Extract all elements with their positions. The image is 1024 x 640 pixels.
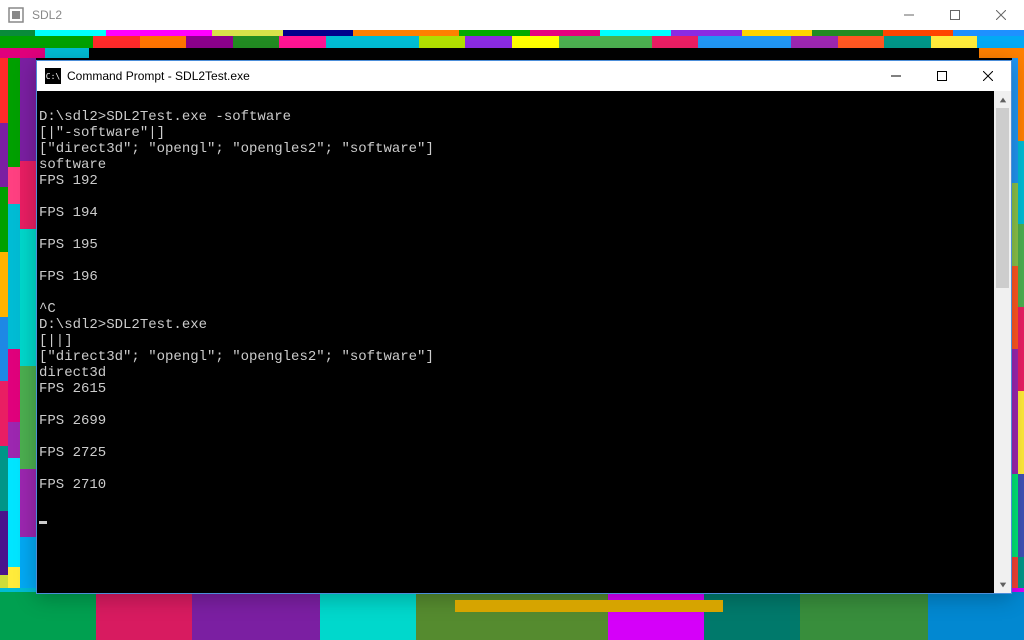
gold-accent-bar: [455, 600, 723, 612]
scroll-up-icon[interactable]: [994, 91, 1011, 108]
sdl2-titlebar[interactable]: SDL2: [0, 0, 1024, 30]
color-col-right: [1012, 58, 1024, 640]
command-prompt-title: Command Prompt - SDL2Test.exe: [67, 69, 873, 83]
color-row-top-2: [0, 36, 1024, 48]
maximize-button[interactable]: [932, 0, 978, 30]
sdl2-window-controls: [886, 0, 1024, 30]
color-row-top-3: [0, 48, 1024, 58]
color-col-left: [0, 58, 36, 640]
command-prompt-icon: C:\: [45, 68, 61, 84]
command-prompt-controls: [873, 61, 1011, 91]
command-prompt-window: C:\ Command Prompt - SDL2Test.exe D:\sdl…: [36, 60, 1012, 594]
sdl2-title: SDL2: [32, 8, 886, 22]
sdl2-app-icon: [8, 7, 24, 23]
cmd-close-button[interactable]: [965, 61, 1011, 91]
command-prompt-titlebar[interactable]: C:\ Command Prompt - SDL2Test.exe: [37, 61, 1011, 91]
cmd-scrollbar[interactable]: [994, 91, 1011, 593]
command-prompt-output[interactable]: D:\sdl2>SDL2Test.exe -software [|"-softw…: [37, 91, 994, 593]
minimize-button[interactable]: [886, 0, 932, 30]
cursor: [39, 521, 47, 524]
close-button[interactable]: [978, 0, 1024, 30]
command-prompt-body[interactable]: D:\sdl2>SDL2Test.exe -software [|"-softw…: [37, 91, 1011, 593]
scroll-thumb[interactable]: [996, 108, 1009, 288]
scroll-down-icon[interactable]: [994, 576, 1011, 593]
cmd-maximize-button[interactable]: [919, 61, 965, 91]
cmd-minimize-button[interactable]: [873, 61, 919, 91]
